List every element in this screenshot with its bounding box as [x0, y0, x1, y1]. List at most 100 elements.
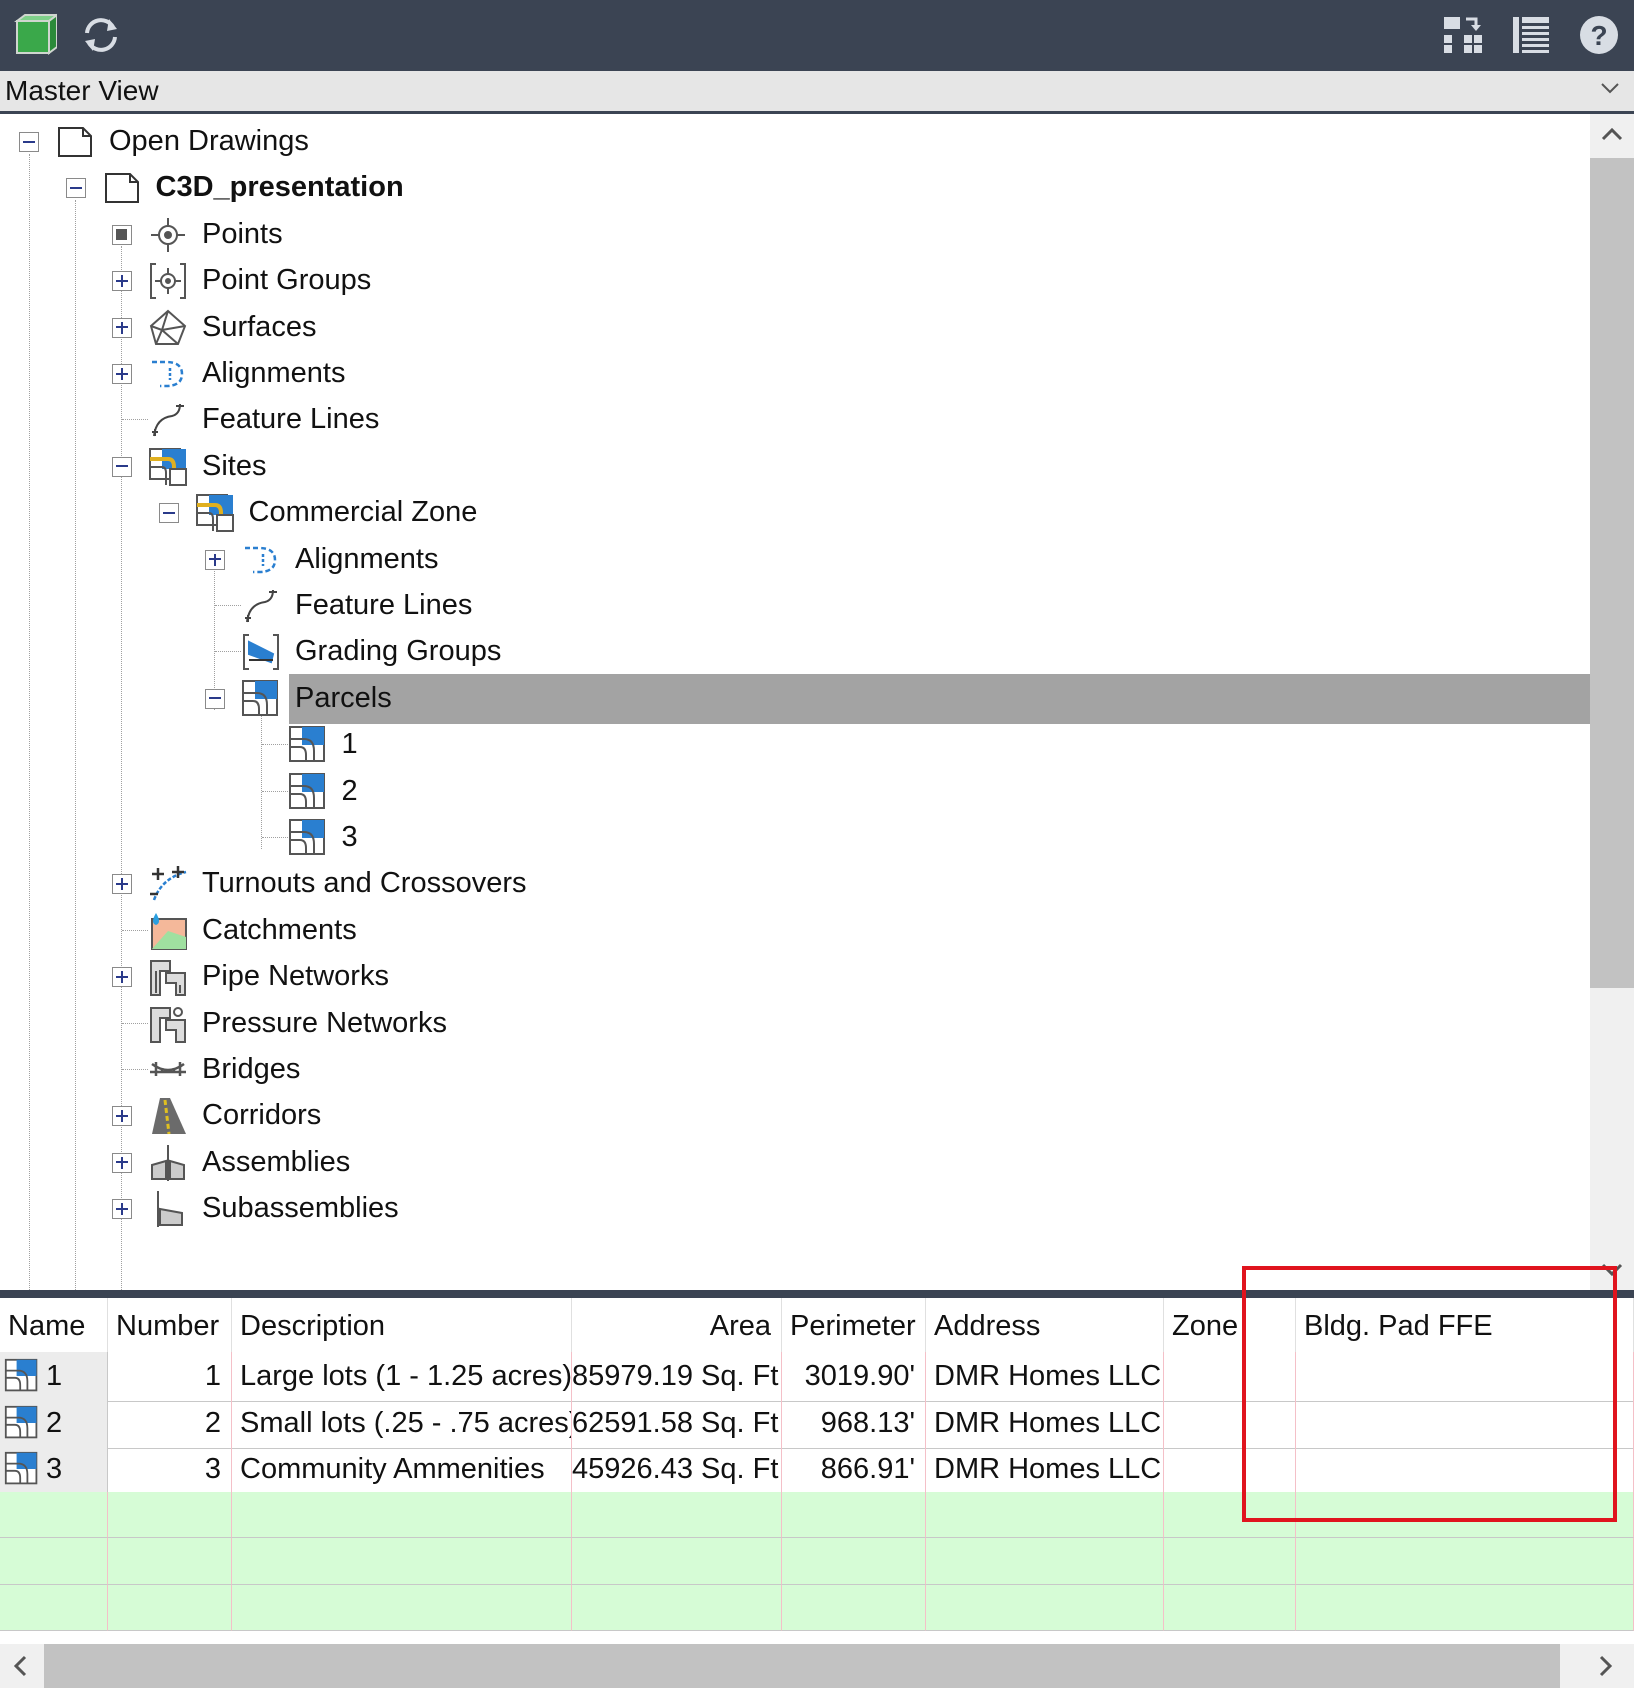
tree-item[interactable]: Assemblies — [0, 1138, 1590, 1188]
tree-item[interactable]: Parcels — [0, 673, 1590, 724]
grid-cell-number[interactable]: 2 — [108, 1398, 232, 1449]
expand-icon[interactable] — [112, 317, 132, 338]
tree-item-label: Grading Groups — [295, 635, 502, 668]
leaf-node-icon[interactable] — [112, 224, 132, 245]
grid-cell-area[interactable]: 45926.43 Sq. Ft. — [572, 1445, 782, 1495]
grid-scroll-thumb[interactable] — [44, 1644, 1560, 1688]
tree-item[interactable]: Feature Lines — [0, 395, 1590, 445]
master-view-dropdown[interactable]: Master View — [0, 71, 1634, 114]
grid-cell-perimeter[interactable]: 866.91' — [782, 1445, 926, 1495]
grid-cell-description[interactable]: Large lots (1 - 1.25 acres) — [232, 1352, 572, 1402]
help-icon[interactable]: ? — [1574, 10, 1624, 60]
grid-cell-area[interactable]: 62591.58 Sq. Ft. — [572, 1398, 782, 1449]
tree-item[interactable]: Bridges — [0, 1045, 1590, 1095]
grid-cell-perimeter[interactable]: 968.13' — [782, 1398, 926, 1449]
tree-item[interactable]: Alignments — [0, 535, 1590, 585]
tree-item[interactable]: Sites — [0, 442, 1590, 492]
tree-item[interactable]: Pressure Networks — [0, 999, 1590, 1049]
expand-icon[interactable] — [112, 1152, 132, 1173]
collapse-icon[interactable] — [205, 688, 225, 709]
tree-item[interactable]: Commercial Zone — [0, 488, 1590, 538]
grid-cell-address[interactable]: DMR Homes LLC — [926, 1398, 1164, 1449]
column-header[interactable]: Number — [108, 1298, 232, 1352]
empty-grid-cell[interactable] — [1296, 1538, 1634, 1585]
refresh-icon[interactable] — [76, 10, 126, 60]
tree-item[interactable]: 3 — [0, 813, 1590, 863]
empty-grid-cell[interactable] — [926, 1584, 1164, 1631]
tree-item[interactable]: 2 — [0, 767, 1590, 817]
tree-item[interactable]: Catchments — [0, 906, 1590, 956]
collapse-icon[interactable] — [112, 456, 132, 477]
column-header[interactable]: Perimeter — [782, 1298, 926, 1352]
grid-horizontal-scrollbar[interactable] — [0, 1644, 1634, 1688]
empty-grid-cell[interactable] — [232, 1538, 572, 1585]
tree-item[interactable]: C3D_presentation — [0, 163, 1590, 213]
tree-item[interactable]: Open Drawings — [0, 117, 1590, 167]
empty-grid-cell[interactable] — [1164, 1538, 1296, 1585]
grid-cell-perimeter[interactable]: 3019.90' — [782, 1352, 926, 1402]
tree-item[interactable]: Feature Lines — [0, 581, 1590, 631]
parcel-name-cell[interactable]: 2 — [0, 1398, 108, 1449]
empty-grid-cell[interactable] — [0, 1584, 108, 1631]
tree-item[interactable]: Point Groups — [0, 256, 1590, 306]
empty-grid-cell[interactable] — [782, 1538, 926, 1585]
tree-item[interactable]: Alignments — [0, 349, 1590, 399]
expand-icon[interactable] — [205, 549, 225, 570]
empty-grid-cell[interactable] — [232, 1584, 572, 1631]
grid-cell-description[interactable]: Small lots (.25 - .75 acres) — [232, 1398, 572, 1449]
scroll-up-icon[interactable] — [1601, 126, 1623, 147]
grid-cell-description[interactable]: Community Ammenities — [232, 1445, 572, 1495]
expand-icon[interactable] — [112, 364, 132, 384]
tree-item[interactable]: Pipe Networks — [0, 952, 1590, 1002]
empty-grid-cell[interactable] — [0, 1491, 108, 1538]
collapse-icon[interactable] — [19, 132, 39, 152]
column-header[interactable]: Name — [0, 1298, 108, 1352]
parcel-name-cell[interactable]: 1 — [0, 1352, 108, 1402]
grid-cell-address[interactable]: DMR Homes LLC — [926, 1445, 1164, 1495]
empty-grid-cell[interactable] — [108, 1584, 232, 1631]
column-header[interactable]: Address — [926, 1298, 1164, 1352]
empty-grid-cell[interactable] — [782, 1491, 926, 1538]
empty-grid-cell[interactable] — [0, 1538, 108, 1585]
grid-cell-number[interactable]: 1 — [108, 1352, 232, 1402]
empty-grid-cell[interactable] — [1296, 1584, 1634, 1631]
expand-icon[interactable] — [112, 1199, 132, 1220]
empty-grid-cell[interactable] — [572, 1538, 782, 1585]
grid-cell-area[interactable]: 85979.19 Sq. Ft. — [572, 1352, 782, 1402]
item-view-icon[interactable] — [1506, 10, 1556, 60]
empty-grid-cell[interactable] — [572, 1491, 782, 1538]
tree-item[interactable]: Subassemblies — [0, 1184, 1590, 1234]
scroll-right-icon[interactable] — [1598, 1655, 1614, 1682]
tree-scroll-thumb[interactable] — [1590, 158, 1634, 988]
cube-icon[interactable] — [10, 10, 60, 60]
collapse-icon[interactable] — [158, 503, 179, 524]
expand-icon[interactable] — [112, 1106, 132, 1127]
empty-grid-cell[interactable] — [572, 1584, 782, 1631]
empty-grid-cell[interactable] — [926, 1491, 1164, 1538]
chevron-down-icon[interactable] — [1600, 81, 1620, 100]
empty-grid-cell[interactable] — [232, 1491, 572, 1538]
grid-cell-address[interactable]: DMR Homes LLC — [926, 1352, 1164, 1402]
empty-grid-cell[interactable] — [108, 1538, 232, 1585]
expand-icon[interactable] — [112, 271, 132, 292]
grid-cell-number[interactable]: 3 — [108, 1445, 232, 1495]
empty-grid-cell[interactable] — [108, 1491, 232, 1538]
collapse-icon[interactable] — [65, 178, 86, 199]
tree-item[interactable]: Points — [0, 210, 1590, 260]
column-header[interactable]: Area — [572, 1298, 782, 1352]
empty-grid-cell[interactable] — [926, 1538, 1164, 1585]
empty-grid-cell[interactable] — [1164, 1584, 1296, 1631]
tree-item[interactable]: Grading Groups — [0, 627, 1590, 677]
scroll-left-icon[interactable] — [12, 1655, 28, 1682]
tree-item[interactable]: Corridors — [0, 1091, 1590, 1141]
empty-grid-cell[interactable] — [782, 1584, 926, 1631]
tree-item[interactable]: Turnouts and Crossovers — [0, 859, 1590, 909]
expand-icon[interactable] — [112, 874, 132, 895]
parcel-name-cell[interactable]: 3 — [0, 1445, 108, 1495]
column-header[interactable]: Description — [232, 1298, 572, 1352]
swap-view-icon[interactable] — [1437, 10, 1487, 60]
tree-item[interactable]: Surfaces — [0, 303, 1590, 353]
tree-vertical-scrollbar[interactable] — [1590, 114, 1634, 1290]
tree-item[interactable]: 1 — [0, 720, 1590, 770]
expand-icon[interactable] — [112, 967, 132, 988]
